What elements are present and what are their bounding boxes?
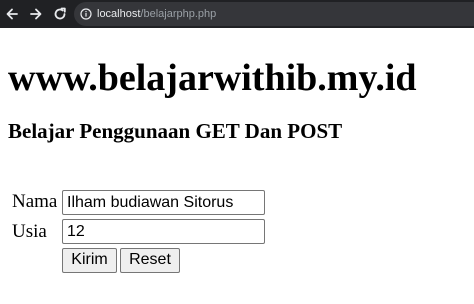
forward-button[interactable] bbox=[26, 4, 46, 24]
url-host: localhost bbox=[97, 8, 141, 20]
arrow-right-icon bbox=[29, 7, 43, 21]
url-path: /belajarphp.php bbox=[140, 8, 217, 20]
usia-input[interactable]: 12 bbox=[62, 219, 265, 244]
nama-label: Nama bbox=[12, 191, 58, 212]
kirim-button[interactable]: Kirim bbox=[62, 248, 117, 273]
arrow-left-icon bbox=[5, 7, 19, 21]
reload-icon bbox=[53, 7, 67, 21]
reload-button[interactable] bbox=[50, 4, 70, 24]
nama-input[interactable]: Ilham budiawan Sitorus bbox=[62, 190, 265, 215]
address-bar[interactable]: localhost/belajarphp.php bbox=[74, 2, 474, 26]
browser-toolbar: localhost/belajarphp.php bbox=[0, 0, 474, 28]
back-button[interactable] bbox=[2, 4, 22, 24]
page-subtitle: Belajar Penggunaan GET Dan POST bbox=[8, 119, 343, 143]
info-icon[interactable] bbox=[80, 8, 92, 20]
page-content: www.belajarwithib.my.id Belajar Pengguna… bbox=[0, 28, 474, 304]
url-text: localhost/belajarphp.php bbox=[97, 8, 216, 20]
usia-label: Usia bbox=[12, 221, 47, 242]
reset-button[interactable]: Reset bbox=[120, 248, 180, 273]
site-title: www.belajarwithib.my.id bbox=[8, 57, 417, 99]
